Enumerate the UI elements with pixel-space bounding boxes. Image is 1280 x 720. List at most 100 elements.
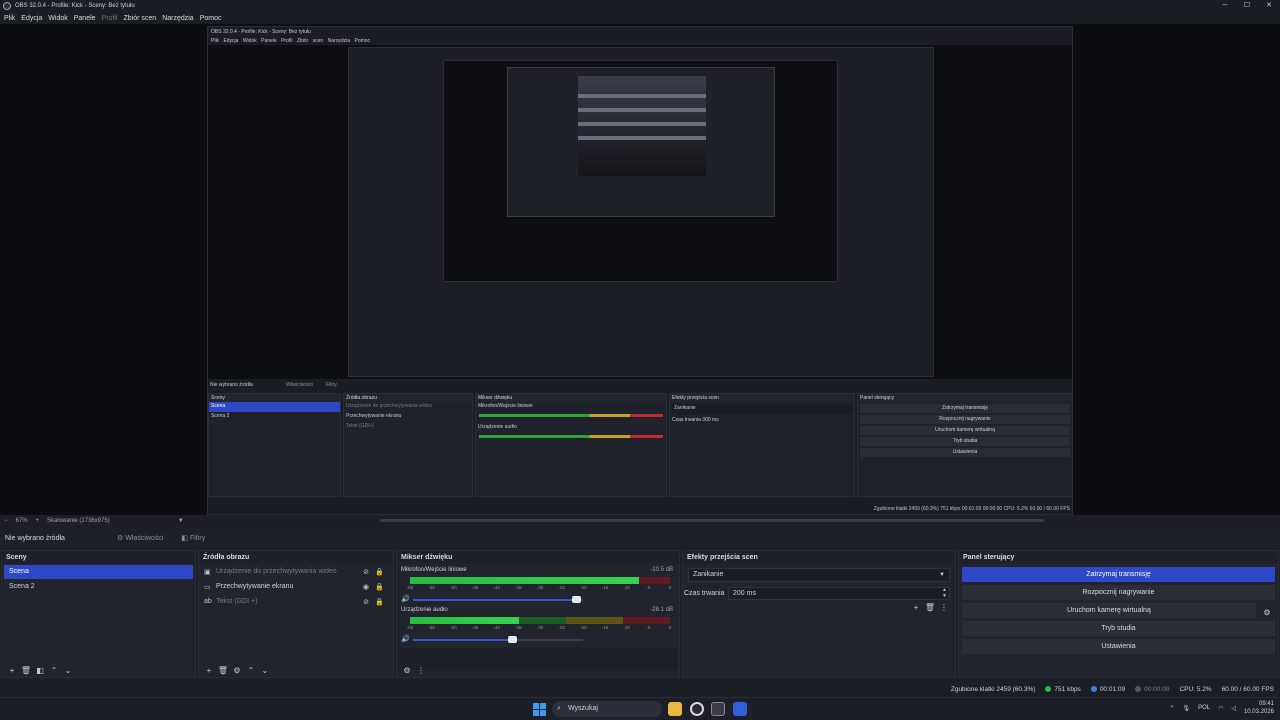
duration-value: 200 ms [733, 590, 756, 597]
volume-slider[interactable] [413, 636, 583, 643]
wifi-icon[interactable]: ◠ [1218, 705, 1223, 712]
menu-profil[interactable]: Profil [102, 15, 118, 22]
maximize-button[interactable]: ☐ [1236, 0, 1258, 12]
speaker-icon[interactable]: 🔊 [401, 635, 410, 643]
source-item[interactable]: ▣ Urządzenie do przechwytywania wideo ⊘ … [199, 564, 393, 579]
transition-select[interactable]: Zanikanie ▼ [688, 568, 950, 582]
move-up-icon[interactable]: ⌃ [47, 666, 61, 675]
duration-row: Czas trwania 200 ms ▲ ▼ [684, 587, 950, 600]
trash-icon[interactable]: 🗑 [19, 666, 33, 675]
nested-meter [479, 435, 663, 438]
spin-arrows-icon[interactable]: ▲ ▼ [942, 587, 947, 599]
gear-icon[interactable]: ⚙ [400, 666, 414, 675]
source-label: Przechwytywanie ekranu [216, 583, 294, 590]
lock-icon[interactable]: 🔒 [375, 598, 384, 606]
add-source-icon[interactable]: + [202, 666, 216, 675]
no-source-label: Nie wybrano źródła [5, 534, 65, 542]
chevron-up-icon[interactable]: ⌃ [1169, 705, 1174, 712]
start-recording-button[interactable]: Rozpocznij nagrywanie [962, 585, 1275, 600]
trash-icon[interactable]: 🗑 [216, 666, 230, 675]
gear-icon[interactable]: ⚙ [1259, 605, 1275, 620]
chevron-down-icon: ▼ [939, 572, 945, 578]
studio-mode-button[interactable]: Tryb studia [962, 621, 1275, 636]
slider-handle[interactable] [507, 636, 517, 643]
eye-hidden-icon[interactable]: ⊘ [363, 598, 369, 606]
meter-tick-label: -50 [450, 585, 457, 590]
scene-item[interactable]: Scena [4, 565, 193, 579]
slider-handle[interactable] [572, 596, 582, 603]
mixer-channel: Urządzenie audio -28.1 dB -60 -55 -50 -45 -4… [397, 604, 679, 644]
transitions-title: Efekty przejścia scen [683, 551, 955, 564]
obs-logo-icon [3, 2, 11, 10]
scenes-dock: Sceny Scena Scena 2 + 🗑 ◧ ⌃ ⌄ [1, 550, 196, 678]
transition-tools: + 🗑 ⋮ [909, 603, 951, 612]
virtual-camera-button[interactable]: Uruchom kamerę wirtualną [962, 603, 1256, 618]
source-item[interactable]: ab Tekst (GDI +) ⊘ 🔒 [199, 594, 393, 609]
file-explorer-icon[interactable] [668, 702, 682, 716]
move-down-icon[interactable]: ⌄ [258, 666, 272, 675]
stream-time: 00:01:09 [1090, 685, 1126, 693]
meter-tick-label: -30 [536, 625, 544, 630]
settings-button[interactable]: Ustawienia [962, 639, 1275, 654]
speaker-icon[interactable]: 🔊 [401, 595, 410, 603]
nested-source-item: Urządzenie do przechwytywania wideo [346, 403, 433, 409]
nested-mixer-dock: Mikser dźwięku Mikrofon/Wejście liniowe … [475, 393, 667, 497]
nested-transition-select: Zanikanie [672, 404, 852, 414]
minimize-button[interactable]: ─ [1214, 0, 1236, 12]
move-up-icon[interactable]: ⌃ [244, 666, 258, 675]
gear-icon[interactable]: ⚙ [230, 666, 244, 675]
scene-item[interactable]: Scena 2 [4, 580, 193, 594]
more-icon[interactable]: ⋮ [414, 666, 428, 675]
stream-time-value: 00:01:09 [1099, 685, 1126, 693]
scaling-dropdown[interactable]: ▼ [178, 518, 184, 524]
scaling-label: Skalowanie (1736x975) [47, 518, 110, 524]
nested-preview [208, 45, 1072, 379]
menu-edycja[interactable]: Edycja [21, 15, 42, 22]
controls-title: Panel sterujący [959, 551, 1278, 564]
lock-icon[interactable]: 🔒 [375, 568, 384, 576]
bitrate-indicator-icon [1045, 686, 1052, 692]
language-indicator[interactable]: POL [1198, 705, 1210, 711]
nested-properties: Właściwości [286, 382, 314, 388]
preview-canvas[interactable]: OBS 32.0.4 - Profile: Kick - Sceny: Bez … [0, 24, 1280, 515]
trash-icon[interactable]: 🗑 [923, 603, 937, 612]
sources-toolbar: + 🗑 ⚙ ⌃ ⌄ [199, 663, 393, 677]
close-button[interactable]: ✕ [1258, 0, 1280, 12]
menu-plik[interactable]: Plik [4, 15, 15, 22]
add-scene-icon[interactable]: + [5, 666, 19, 675]
duration-spinbox[interactable]: 200 ms ▲ ▼ [728, 587, 950, 600]
menu-zbior-scen[interactable]: Zbiór scen [124, 15, 157, 22]
meter-tick-label: -45 [471, 585, 479, 590]
volume-slider[interactable] [413, 596, 583, 603]
obs-app-icon[interactable] [690, 702, 704, 716]
channel-db: -10.5 dB [650, 567, 673, 573]
app-icon[interactable] [733, 702, 747, 716]
zoom-out-button[interactable]: − [4, 518, 8, 524]
add-transition-icon[interactable]: + [909, 603, 923, 612]
menu-pomoc[interactable]: Pomoc [200, 15, 222, 22]
eye-hidden-icon[interactable]: ⊘ [363, 568, 369, 576]
nested-virtual-camera: Uruchom kamerę wirtualną [860, 426, 1070, 435]
properties-button[interactable]: ⚙ Właściwości [113, 532, 167, 544]
chrome-icon[interactable] [711, 702, 725, 716]
volume-icon[interactable]: ◁ [1231, 705, 1236, 712]
source-item[interactable]: ▭ Przechwytywanie ekranu ◉ 🔒 [199, 579, 393, 594]
clock-time: 09:41 [1258, 701, 1274, 707]
lock-icon[interactable]: 🔒 [375, 583, 384, 591]
filters-button[interactable]: ◧ Filtry [177, 532, 209, 544]
filter-icon[interactable]: ◧ [33, 666, 47, 675]
slider-fill [413, 639, 512, 641]
taskbar-search[interactable]: ⌕ Wyszukaj [552, 701, 662, 717]
preview-scrollbar[interactable] [380, 519, 1044, 522]
eye-icon[interactable]: ◉ [363, 583, 369, 591]
windows-start-icon[interactable] [533, 703, 546, 716]
microphone-icon[interactable]: 🎙 [1182, 705, 1190, 712]
menu-panele[interactable]: Panele [74, 15, 96, 22]
clock[interactable]: 09:41 10.03.2026 [1244, 700, 1274, 716]
move-down-icon[interactable]: ⌄ [61, 666, 75, 675]
more-icon[interactable]: ⋮ [937, 603, 951, 612]
zoom-in-button[interactable]: + [36, 518, 40, 524]
stop-stream-button[interactable]: Zatrzymaj transmisję [962, 567, 1275, 582]
menu-widok[interactable]: Widok [48, 15, 67, 22]
menu-narzedzia[interactable]: Narzędzia [162, 15, 194, 22]
